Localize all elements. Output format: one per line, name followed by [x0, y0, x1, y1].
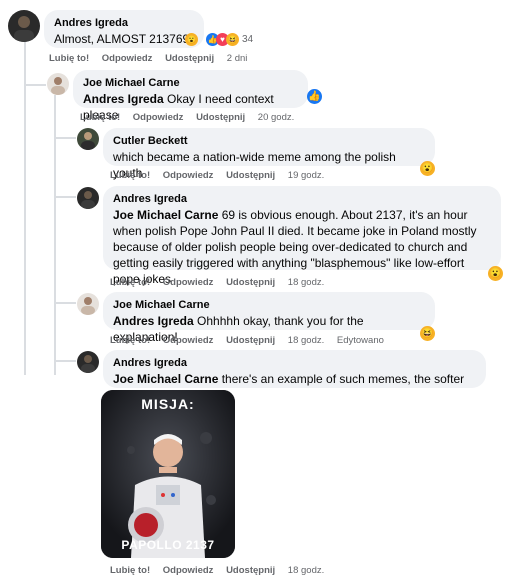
timestamp[interactable]: 20 godz. — [258, 112, 294, 123]
timestamp[interactable]: 2 dni — [227, 53, 248, 64]
reply-button[interactable]: Odpowiedz — [133, 112, 184, 123]
reply-button[interactable]: Odpowiedz — [163, 170, 214, 181]
wow-face-icon[interactable]: 😮 — [420, 161, 435, 176]
comment-text: Almost, ALMOST 213769 — [54, 32, 190, 46]
reply-button[interactable]: Odpowiedz — [102, 53, 153, 64]
comment-bubble: Joe Michael Carne Andres Igreda Ohhhhh o… — [103, 292, 435, 344]
comment-actions: Lubię to! Odpowiedz Udostępnij 20 godz. — [80, 112, 304, 123]
avatar[interactable] — [8, 10, 40, 42]
thread-line-branch-1 — [24, 84, 46, 86]
comment-actions: Lubię to! Odpowiedz Udostępnij 19 godz. — [110, 170, 334, 181]
wow-face-icon[interactable]: 😮 — [488, 266, 503, 281]
comment-bubble: Joe Michael Carne Andres Igreda Okay I n… — [73, 70, 308, 122]
mention-link[interactable]: Joe Michael Carne — [113, 208, 218, 222]
thread-line-branch-2 — [54, 137, 76, 139]
comment-author[interactable]: Andres Igreda — [54, 16, 194, 31]
like-button[interactable]: Lubię to! — [110, 335, 150, 346]
like-button[interactable]: Lubię to! — [80, 112, 120, 123]
laughing-face-icon[interactable]: 😆 — [420, 326, 435, 341]
comment-actions: Lubię to! Odpowiedz Udostępnij 2 dni — [49, 53, 257, 64]
like-button[interactable]: Lubię to! — [110, 170, 150, 181]
reply-button[interactable]: Odpowiedz — [163, 565, 214, 576]
comment-bubble: Andres Igreda Joe Michael Carne there's … — [103, 350, 486, 402]
avatar[interactable] — [77, 293, 99, 315]
share-button[interactable]: Udostępnij — [165, 53, 214, 64]
meme-top-text: MISJA: — [141, 396, 195, 412]
thumbs-up-icon[interactable]: 👍 — [307, 89, 322, 104]
reaction-count: 34 — [242, 34, 254, 45]
thread-line-branch-3 — [54, 196, 76, 198]
thread-line-main — [24, 40, 26, 375]
share-button[interactable]: Udostępnij — [226, 335, 275, 346]
reactions-summary[interactable]: 😮 👍 ♥ 😆 34 — [185, 33, 253, 46]
comment-bubble: Andres Igreda Almost, ALMOST 213769 — [44, 10, 204, 48]
comment-author[interactable]: Joe Michael Carne — [113, 298, 425, 313]
share-button[interactable]: Udostępnij — [226, 170, 275, 181]
share-button[interactable]: Udostępnij — [226, 565, 275, 576]
thread-line-branch-4 — [54, 302, 76, 304]
timestamp[interactable]: 18 godz. — [288, 277, 324, 288]
comment-bubble: Cutler Beckett which became a nation-wid… — [103, 128, 435, 180]
astronaut-illustration — [101, 390, 235, 558]
timestamp[interactable]: 18 godz. — [288, 565, 324, 576]
comment-author[interactable]: Cutler Beckett — [113, 134, 425, 149]
meme-bottom-text: PAPOLLO 2137 — [121, 538, 215, 552]
comment-bubble: Andres Igreda Joe Michael Carne 69 is ob… — [103, 186, 501, 286]
mention-link[interactable]: Joe Michael Carne — [113, 372, 218, 386]
comment-actions: Lubię to! Odpowiedz Udostępnij 18 godz. … — [110, 335, 394, 346]
comment-actions: Lubię to! Odpowiedz Udostępnij 18 godz. — [110, 277, 334, 288]
like-button[interactable]: Lubię to! — [110, 277, 150, 288]
reply-button[interactable]: Odpowiedz — [163, 335, 214, 346]
avatar[interactable] — [77, 128, 99, 150]
mention-link[interactable]: Andres Igreda — [83, 92, 164, 106]
avatar[interactable] — [77, 187, 99, 209]
reply-button[interactable]: Odpowiedz — [163, 277, 214, 288]
comment-author[interactable]: Andres Igreda — [113, 192, 491, 207]
avatar[interactable] — [77, 351, 99, 373]
share-button[interactable]: Udostępnij — [196, 112, 245, 123]
timestamp[interactable]: 18 godz. — [288, 335, 324, 346]
timestamp[interactable]: 19 godz. — [288, 170, 324, 181]
like-button[interactable]: Lubię to! — [49, 53, 89, 64]
like-button[interactable]: Lubię to! — [110, 565, 150, 576]
share-button[interactable]: Udostępnij — [226, 277, 275, 288]
mention-link[interactable]: Andres Igreda — [113, 314, 194, 328]
comment-actions: Lubię to! Odpowiedz Udostępnij 18 godz. — [110, 565, 334, 576]
wow-face-icon: 😮 — [185, 33, 198, 46]
comment-text: Joe Michael Carne 69 is obvious enough. … — [113, 208, 477, 286]
avatar[interactable] — [47, 73, 69, 95]
comment-author[interactable]: Joe Michael Carne — [83, 76, 298, 91]
meme-image[interactable]: MISJA: PAPOLLO 2137 — [101, 390, 235, 558]
edited-label: Edytowano — [336, 335, 384, 346]
thread-line-branch-5 — [54, 360, 76, 362]
laughing-face-icon: 😆 — [226, 33, 239, 46]
comment-author[interactable]: Andres Igreda — [113, 356, 476, 371]
